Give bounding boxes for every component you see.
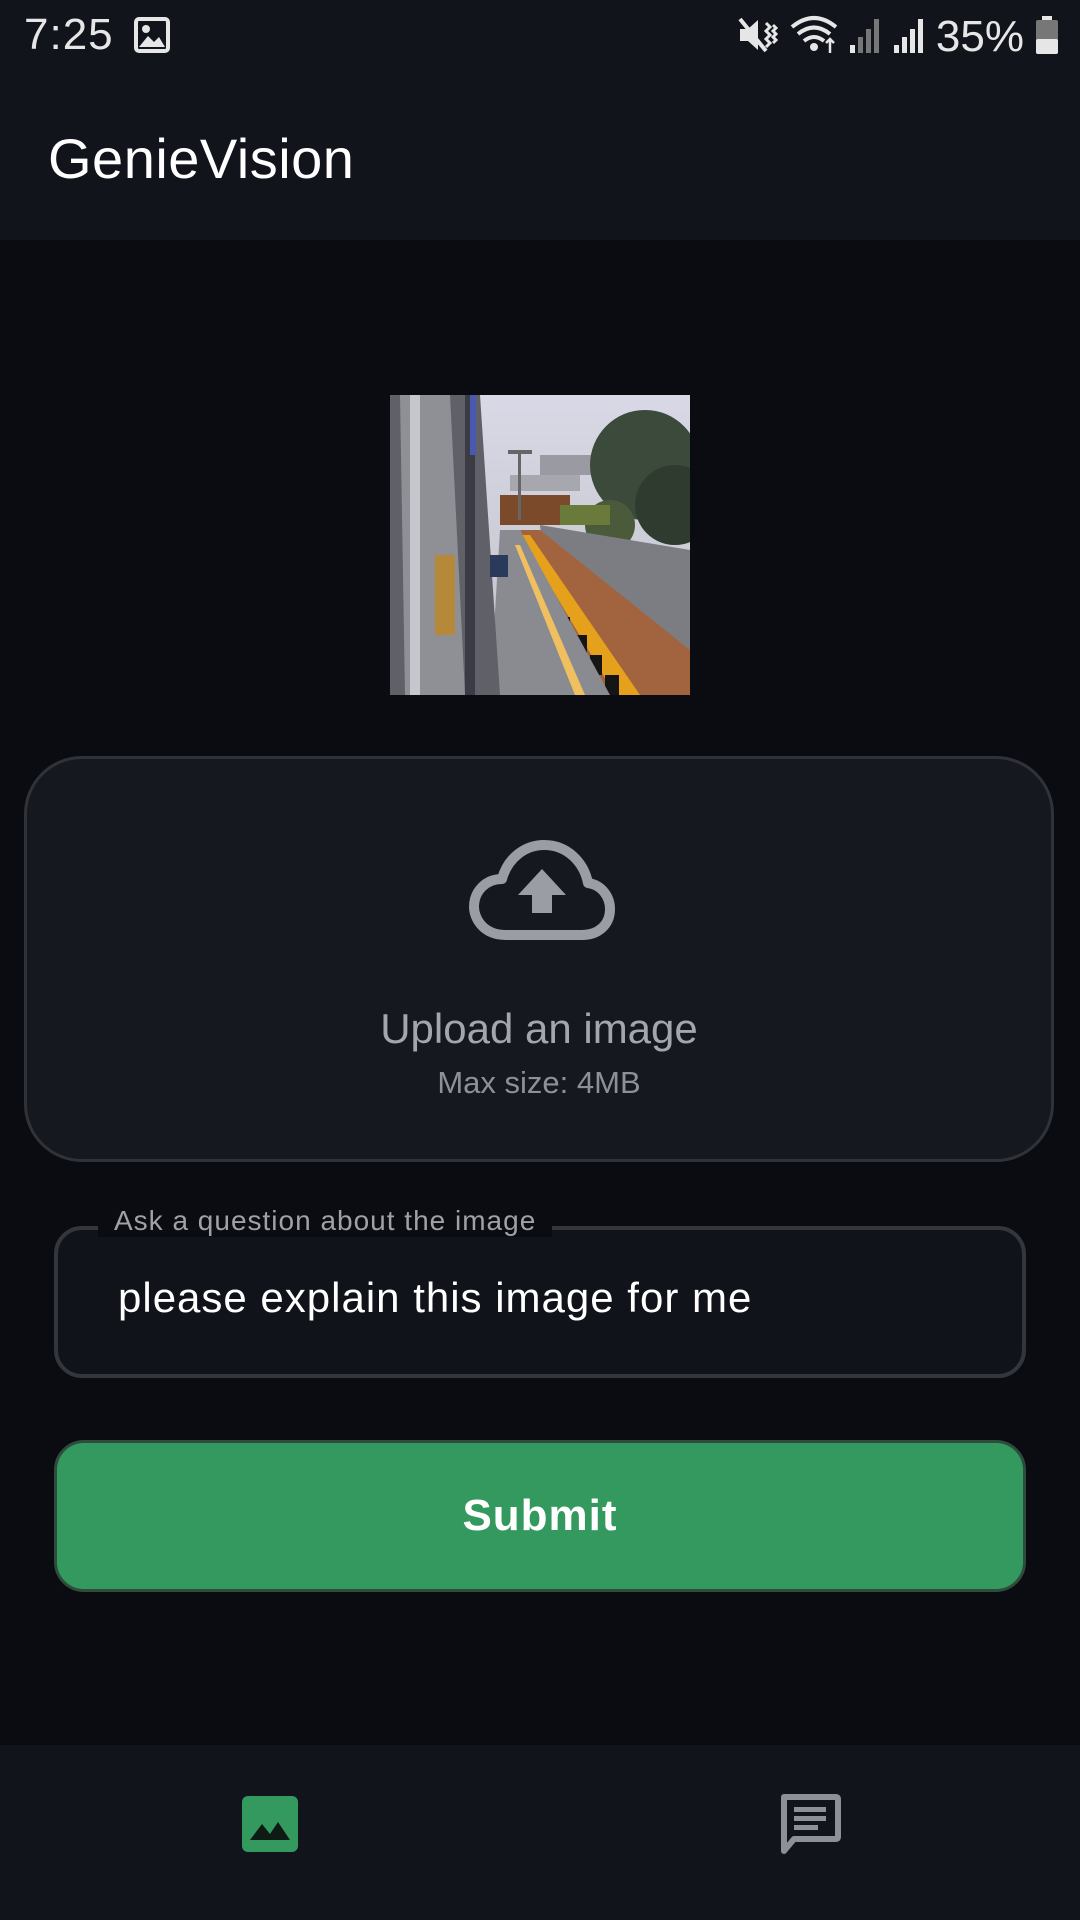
uploaded-image-preview — [390, 395, 690, 695]
chat-icon — [778, 1793, 842, 1860]
image-icon — [242, 1796, 298, 1857]
upload-max-size: Max size: 4MB — [437, 1065, 641, 1100]
nav-item-image[interactable] — [0, 1745, 540, 1920]
battery-icon — [1034, 15, 1060, 60]
question-field: Ask a question about the image — [54, 1205, 1026, 1378]
upload-title: Upload an image — [380, 1005, 698, 1052]
submit-button[interactable]: Submit — [54, 1440, 1026, 1592]
signal-icon — [848, 15, 882, 60]
gallery-icon — [134, 17, 170, 58]
upload-image-card[interactable]: Upload an image Max size: 4MB — [24, 756, 1054, 1162]
question-input[interactable] — [118, 1274, 978, 1322]
battery-percent: 35% — [935, 12, 1024, 61]
status-time: 7:25 — [24, 10, 114, 59]
app-title: GenieVision — [48, 127, 355, 190]
question-label: Ask a question about the image — [98, 1205, 553, 1237]
nav-item-chat[interactable] — [540, 1745, 1080, 1920]
status-icons: 35% — [736, 10, 1060, 64]
wifi-icon — [790, 15, 838, 60]
app-screen: 7:25 35% GenieVision Upload an image Max… — [0, 0, 1080, 1920]
app-bar: GenieVision — [0, 72, 1080, 240]
status-bar: 7:25 35% — [0, 0, 1080, 72]
bottom-nav — [0, 1745, 1080, 1920]
cloud-upload-icon — [468, 839, 616, 950]
signal-icon-2 — [892, 15, 926, 60]
mute-vibrate-icon — [736, 15, 780, 60]
